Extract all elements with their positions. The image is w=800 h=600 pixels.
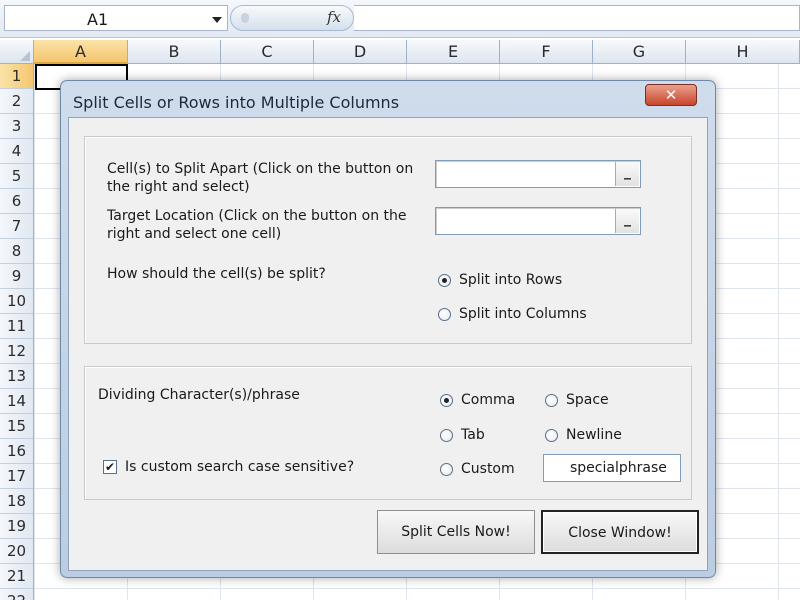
- radio-custom[interactable]: Custom: [440, 461, 515, 477]
- column-header-a[interactable]: A: [34, 40, 128, 64]
- radio-label: Comma: [461, 392, 516, 408]
- row-header[interactable]: 11: [0, 314, 33, 339]
- column-header-c[interactable]: C: [221, 40, 314, 64]
- close-window-button[interactable]: Close Window!: [541, 510, 699, 554]
- cells-to-split-label-line1: Cell(s) to Split Apart (Click on the but…: [107, 161, 414, 177]
- radio-label: Custom: [461, 461, 515, 477]
- column-header-e[interactable]: E: [407, 40, 500, 64]
- split-cells-now-button[interactable]: Split Cells Now!: [377, 510, 535, 554]
- radio-label: Split into Columns: [459, 306, 587, 322]
- split-cells-dialog: Split Cells or Rows into Multiple Column…: [60, 80, 716, 578]
- radio-split-into-columns[interactable]: Split into Columns: [438, 306, 587, 322]
- row-header[interactable]: 22: [0, 589, 33, 600]
- name-box[interactable]: A1: [4, 5, 228, 31]
- row-header[interactable]: 1: [0, 64, 33, 89]
- formula-controls: fx: [230, 5, 354, 31]
- row-header[interactable]: 15: [0, 414, 33, 439]
- chevron-down-icon[interactable]: [212, 17, 222, 23]
- radio-button-icon: [438, 273, 451, 287]
- radio-button-icon: [440, 393, 453, 407]
- radio-button-icon: [440, 428, 453, 442]
- column-header-g[interactable]: G: [593, 40, 686, 64]
- close-icon[interactable]: ✕: [645, 84, 697, 106]
- radio-label: Space: [566, 392, 609, 408]
- radio-button-icon: [438, 307, 451, 321]
- row-header[interactable]: 10: [0, 289, 33, 314]
- cells-to-split-input[interactable]: _: [435, 160, 641, 188]
- column-header-d[interactable]: D: [314, 40, 407, 64]
- row-header[interactable]: 16: [0, 439, 33, 464]
- row-header[interactable]: 19: [0, 514, 33, 539]
- row-header[interactable]: 13: [0, 364, 33, 389]
- row-header[interactable]: 17: [0, 464, 33, 489]
- resize-handle-icon[interactable]: [241, 13, 249, 23]
- row-header[interactable]: 9: [0, 264, 33, 289]
- row-header-bar: 1 2 3 4 5 6 7 8 9 10 11 12 13 14 15 16 1…: [0, 64, 34, 600]
- custom-phrase-input[interactable]: specialphrase: [543, 454, 681, 482]
- radio-label: Split into Rows: [459, 272, 563, 288]
- radio-button-icon: [440, 462, 453, 476]
- cells-to-split-label-line2: the right and select): [107, 179, 250, 195]
- row-header[interactable]: 14: [0, 389, 33, 414]
- row-header[interactable]: 6: [0, 189, 33, 214]
- radio-button-icon: [545, 428, 558, 442]
- row-header[interactable]: 20: [0, 539, 33, 564]
- checkmark-icon: ✔: [103, 460, 117, 474]
- target-location-label-line2: right and select one cell): [107, 226, 282, 242]
- select-all-icon: [20, 51, 30, 61]
- radio-space[interactable]: Space: [545, 392, 609, 408]
- dialog-body: Cell(s) to Split Apart (Click on the but…: [68, 117, 708, 571]
- formula-bar: A1 fx: [0, 0, 800, 38]
- cells-range-picker-button[interactable]: _: [615, 162, 639, 186]
- radio-split-into-rows[interactable]: Split into Rows: [438, 272, 562, 288]
- row-header[interactable]: 3: [0, 114, 33, 139]
- row-header[interactable]: 18: [0, 489, 33, 514]
- row-header[interactable]: 8: [0, 239, 33, 264]
- column-header-h[interactable]: H: [686, 40, 800, 64]
- row-header[interactable]: 5: [0, 164, 33, 189]
- target-location-label-line1: Target Location (Click on the button on …: [107, 208, 407, 224]
- name-box-value: A1: [87, 10, 109, 29]
- radio-newline[interactable]: Newline: [545, 427, 622, 443]
- select-all-corner[interactable]: [0, 40, 34, 64]
- row-header[interactable]: 2: [0, 89, 33, 114]
- radio-comma[interactable]: Comma: [440, 392, 515, 408]
- dialog-title: Split Cells or Rows into Multiple Column…: [73, 93, 400, 112]
- cells-to-split-label: Cell(s) to Split Apart (Click on the but…: [107, 160, 413, 196]
- target-location-input[interactable]: _: [435, 207, 641, 235]
- radio-label: Newline: [566, 427, 622, 443]
- radio-tab[interactable]: Tab: [440, 427, 485, 443]
- target-range-picker-button[interactable]: _: [615, 209, 639, 233]
- split-question-label: How should the cell(s) be split?: [107, 266, 326, 282]
- radio-label: Tab: [461, 427, 485, 443]
- column-header-b[interactable]: B: [128, 40, 221, 64]
- row-header[interactable]: 7: [0, 214, 33, 239]
- column-header-bar: A B C D E F G H: [0, 40, 800, 64]
- row-header[interactable]: 21: [0, 564, 33, 589]
- row-header[interactable]: 4: [0, 139, 33, 164]
- case-sensitive-label: Is custom search case sensitive?: [125, 459, 355, 475]
- fx-icon[interactable]: fx: [327, 8, 341, 26]
- row-header[interactable]: 12: [0, 339, 33, 364]
- case-sensitive-checkbox[interactable]: ✔ Is custom search case sensitive?: [103, 459, 354, 475]
- dividing-character-label: Dividing Character(s)/phrase: [98, 387, 300, 403]
- radio-button-icon: [545, 393, 558, 407]
- target-location-label: Target Location (Click on the button on …: [107, 207, 407, 243]
- formula-input[interactable]: [354, 5, 800, 31]
- column-header-f[interactable]: F: [500, 40, 593, 64]
